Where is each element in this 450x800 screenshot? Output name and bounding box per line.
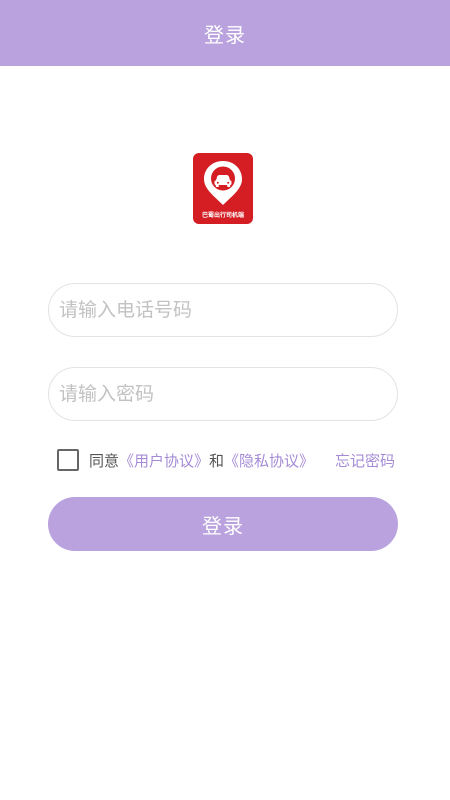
agree-prefix: 同意 <box>89 451 120 470</box>
agreement-row: 同意 《用户协议》 和 《隐私协议》 忘记密码 <box>57 447 397 473</box>
login-button[interactable]: 登录 <box>48 497 398 551</box>
phone-input[interactable] <box>49 284 397 336</box>
page-title: 登录 <box>204 22 246 47</box>
login-button-label: 登录 <box>202 513 244 538</box>
app-header: 登录 <box>0 0 450 66</box>
login-screen: 登录 巴蜀出行司机端 同意 《用户协议》 和 《隐私协议》 忘记密码 登录 <box>0 0 450 800</box>
privacy-agreement-link[interactable]: 《隐私协议》 <box>224 450 314 471</box>
phone-field[interactable] <box>48 283 398 337</box>
user-agreement-link[interactable]: 《用户协议》 <box>119 450 209 471</box>
agree-conjunction: 和 <box>209 451 225 470</box>
app-logo: 巴蜀出行司机端 <box>193 153 253 224</box>
forgot-password-link[interactable]: 忘记密码 <box>335 450 395 471</box>
password-input[interactable] <box>49 368 397 420</box>
agree-checkbox[interactable] <box>57 449 79 471</box>
password-field[interactable] <box>48 367 398 421</box>
logo-text: 巴蜀出行司机端 <box>201 212 244 219</box>
